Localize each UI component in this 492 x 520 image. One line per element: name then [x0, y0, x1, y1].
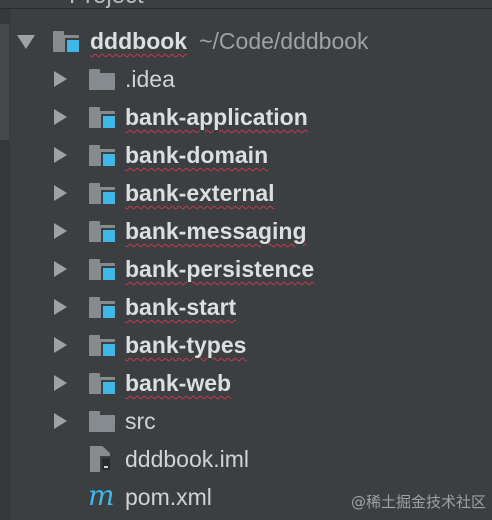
iml-file-icon	[90, 446, 112, 472]
module-folder-icon	[89, 297, 117, 320]
collapse-toggle-icon[interactable]	[54, 147, 67, 163]
tree-root-path: ~/Code/dddbook	[199, 28, 369, 54]
project-panel-header[interactable]: Project ▼	[0, 0, 492, 9]
folder-icon	[89, 411, 115, 432]
tree-item-label: .idea	[125, 66, 175, 92]
tree-item-label: pom.xml	[125, 484, 212, 510]
tree-item-label: bank-messaging	[125, 218, 307, 244]
tree-item-label: bank-application	[125, 104, 308, 130]
tree-row-bank-domain[interactable]: bank-domain	[0, 136, 492, 174]
collapse-toggle-icon[interactable]	[54, 337, 67, 353]
tree-item-label: bank-web	[125, 370, 232, 396]
module-folder-icon	[89, 335, 117, 358]
panel-title: Project	[69, 0, 144, 10]
module-folder-icon	[89, 259, 117, 282]
maven-file-icon: m	[88, 479, 115, 512]
collapse-toggle-icon[interactable]	[54, 223, 67, 239]
module-folder-icon	[89, 107, 117, 130]
tree-item-label: bank-start	[125, 294, 237, 320]
collapse-toggle-icon[interactable]	[54, 413, 67, 429]
tree-root-label: dddbook ~/Code/dddbook	[90, 28, 369, 54]
tree-item-label: bank-persistence	[125, 256, 315, 282]
collapse-toggle-icon[interactable]	[54, 185, 67, 201]
module-folder-icon	[89, 183, 117, 206]
folder-icon	[89, 69, 115, 90]
expand-toggle-icon[interactable]	[17, 35, 35, 49]
tree-row-idea[interactable]: .idea	[0, 60, 492, 98]
tree-row-bank-application[interactable]: bank-application	[0, 98, 492, 136]
module-folder-icon	[53, 31, 81, 54]
tree-row-bank-messaging[interactable]: bank-messaging	[0, 212, 492, 250]
tree-row-dddbook-iml[interactable]: dddbook.iml	[0, 440, 492, 478]
tree-row-bank-external[interactable]: bank-external	[0, 174, 492, 212]
tree-row-root[interactable]: dddbook ~/Code/dddbook	[0, 22, 492, 60]
collapse-toggle-icon[interactable]	[54, 299, 67, 315]
collapse-toggle-icon[interactable]	[54, 71, 67, 87]
tree-item-label: bank-external	[125, 180, 275, 206]
tree-item-label: bank-types	[125, 332, 247, 358]
collapse-toggle-icon[interactable]	[54, 109, 67, 125]
tree-item-label: src	[125, 408, 156, 434]
module-folder-icon	[89, 221, 117, 244]
collapse-toggle-icon[interactable]	[54, 261, 67, 277]
tree-item-label: bank-domain	[125, 142, 269, 168]
watermark: @稀土掘金技术社区	[350, 493, 486, 511]
tree-row-bank-persistence[interactable]: bank-persistence	[0, 250, 492, 288]
tree-row-bank-start[interactable]: bank-start	[0, 288, 492, 326]
collapse-toggle-icon[interactable]	[54, 375, 67, 391]
tree-row-bank-types[interactable]: bank-types	[0, 326, 492, 364]
module-folder-icon	[89, 373, 117, 396]
project-panel: Project ▼ dddbook~/Code/dddbook .idea ba…	[0, 0, 492, 520]
module-folder-icon	[89, 145, 117, 168]
tree-item-label: dddbook.iml	[125, 446, 250, 472]
tree-row-bank-web[interactable]: bank-web	[0, 364, 492, 402]
tree-row-src[interactable]: src	[0, 402, 492, 440]
